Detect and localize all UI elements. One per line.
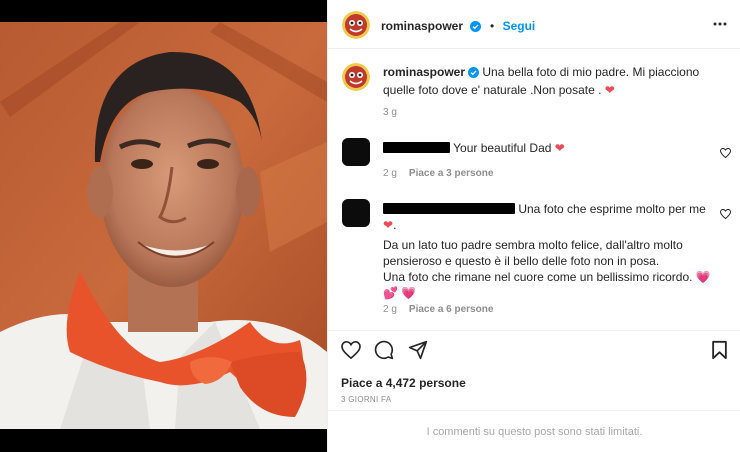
post-media: [0, 0, 327, 452]
post-date: 3 GIORNI FA: [341, 395, 392, 404]
author-username[interactable]: rominaspower: [381, 19, 463, 33]
post-actions-section: Piace a 4,472 persone 3 GIORNI FA: [328, 330, 740, 410]
red-heart-emoji-icon: ❤: [604, 83, 615, 97]
comment-text: Your beautiful Dad: [453, 141, 552, 155]
more-options-icon[interactable]: [713, 17, 727, 36]
comment-last-line: Una foto che rimane nel cuore come un be…: [383, 269, 713, 285]
comment-time: 2 g: [383, 168, 397, 179]
comment-text-block: Your beautiful Dad ❤: [383, 140, 713, 156]
two-hearts-emoji-icon: 💕: [383, 286, 398, 300]
avatar-image: [342, 63, 370, 91]
caption-author-username[interactable]: rominaspower: [383, 65, 465, 79]
share-icon[interactable]: [408, 340, 428, 365]
sparkling-heart-emoji-icon: 💗: [401, 286, 417, 300]
comment-text-block: Una foto che esprime molto per me ❤. Da …: [383, 201, 713, 301]
commenter-avatar[interactable]: [342, 138, 370, 166]
verified-badge-icon: [468, 66, 480, 82]
comment-likes-link[interactable]: Piace a 6 persone: [409, 304, 494, 315]
comments-limited-notice: I commenti su questo post sono stati lim…: [328, 410, 740, 452]
comment-icon[interactable]: [374, 340, 394, 365]
comment-line: Una foto che rimane nel cuore come un be…: [383, 270, 693, 284]
commenter-avatar[interactable]: [342, 199, 370, 227]
comment-heart-icon[interactable]: [719, 145, 732, 163]
red-heart-emoji-icon: ❤: [383, 218, 394, 232]
comment-heart-icon[interactable]: [719, 206, 732, 224]
follow-button[interactable]: Segui: [503, 19, 536, 33]
comment-emoji-line: 💕 💗: [383, 285, 713, 301]
comment-time: 2 g: [383, 304, 397, 315]
verified-badge-icon: [470, 19, 482, 37]
separator-dot: •: [489, 19, 495, 33]
header-author-row: rominaspower • Segui: [381, 17, 535, 37]
portrait-image: [0, 22, 327, 429]
post-header: rominaspower • Segui: [328, 0, 740, 49]
post-details-panel: rominaspower • Segui rominaspower Una be…: [327, 0, 740, 452]
sparkling-heart-emoji-icon: 💗: [695, 270, 711, 284]
comment-line: Da un lato tuo padre sembra molto felice…: [383, 238, 683, 252]
comment-line: pensieroso e questo è il bello delle fot…: [383, 254, 660, 268]
comment-meta: 2 g Piace a 6 persone: [383, 304, 493, 315]
author-avatar[interactable]: [342, 11, 370, 39]
caption-author-avatar[interactable]: [342, 63, 370, 91]
post-photo[interactable]: [0, 22, 327, 429]
comment-text: Una foto che esprime molto per me: [518, 202, 706, 216]
comment-likes-link[interactable]: Piace a 3 persone: [409, 168, 494, 179]
comment-first-line: Una foto che esprime molto per me ❤.: [383, 202, 706, 232]
comment-item: Una foto che esprime molto per me ❤. Da …: [328, 196, 740, 321]
bookmark-icon[interactable]: [711, 340, 728, 365]
caption-time: 3 g: [383, 107, 397, 118]
caption-text-block: rominaspower Una bella foto di mio padre…: [383, 64, 703, 98]
comment-item: Your beautiful Dad ❤ 2 g Piace a 3 person…: [328, 135, 740, 185]
redacted-username: [383, 203, 515, 214]
like-icon[interactable]: [341, 340, 361, 364]
avatar-image: [342, 11, 370, 39]
red-heart-emoji-icon: ❤: [554, 141, 565, 155]
comment-meta: 2 g Piace a 3 persone: [383, 168, 493, 179]
redacted-username: [383, 142, 450, 153]
post-likes-count[interactable]: Piace a 4,472 persone: [341, 376, 466, 390]
